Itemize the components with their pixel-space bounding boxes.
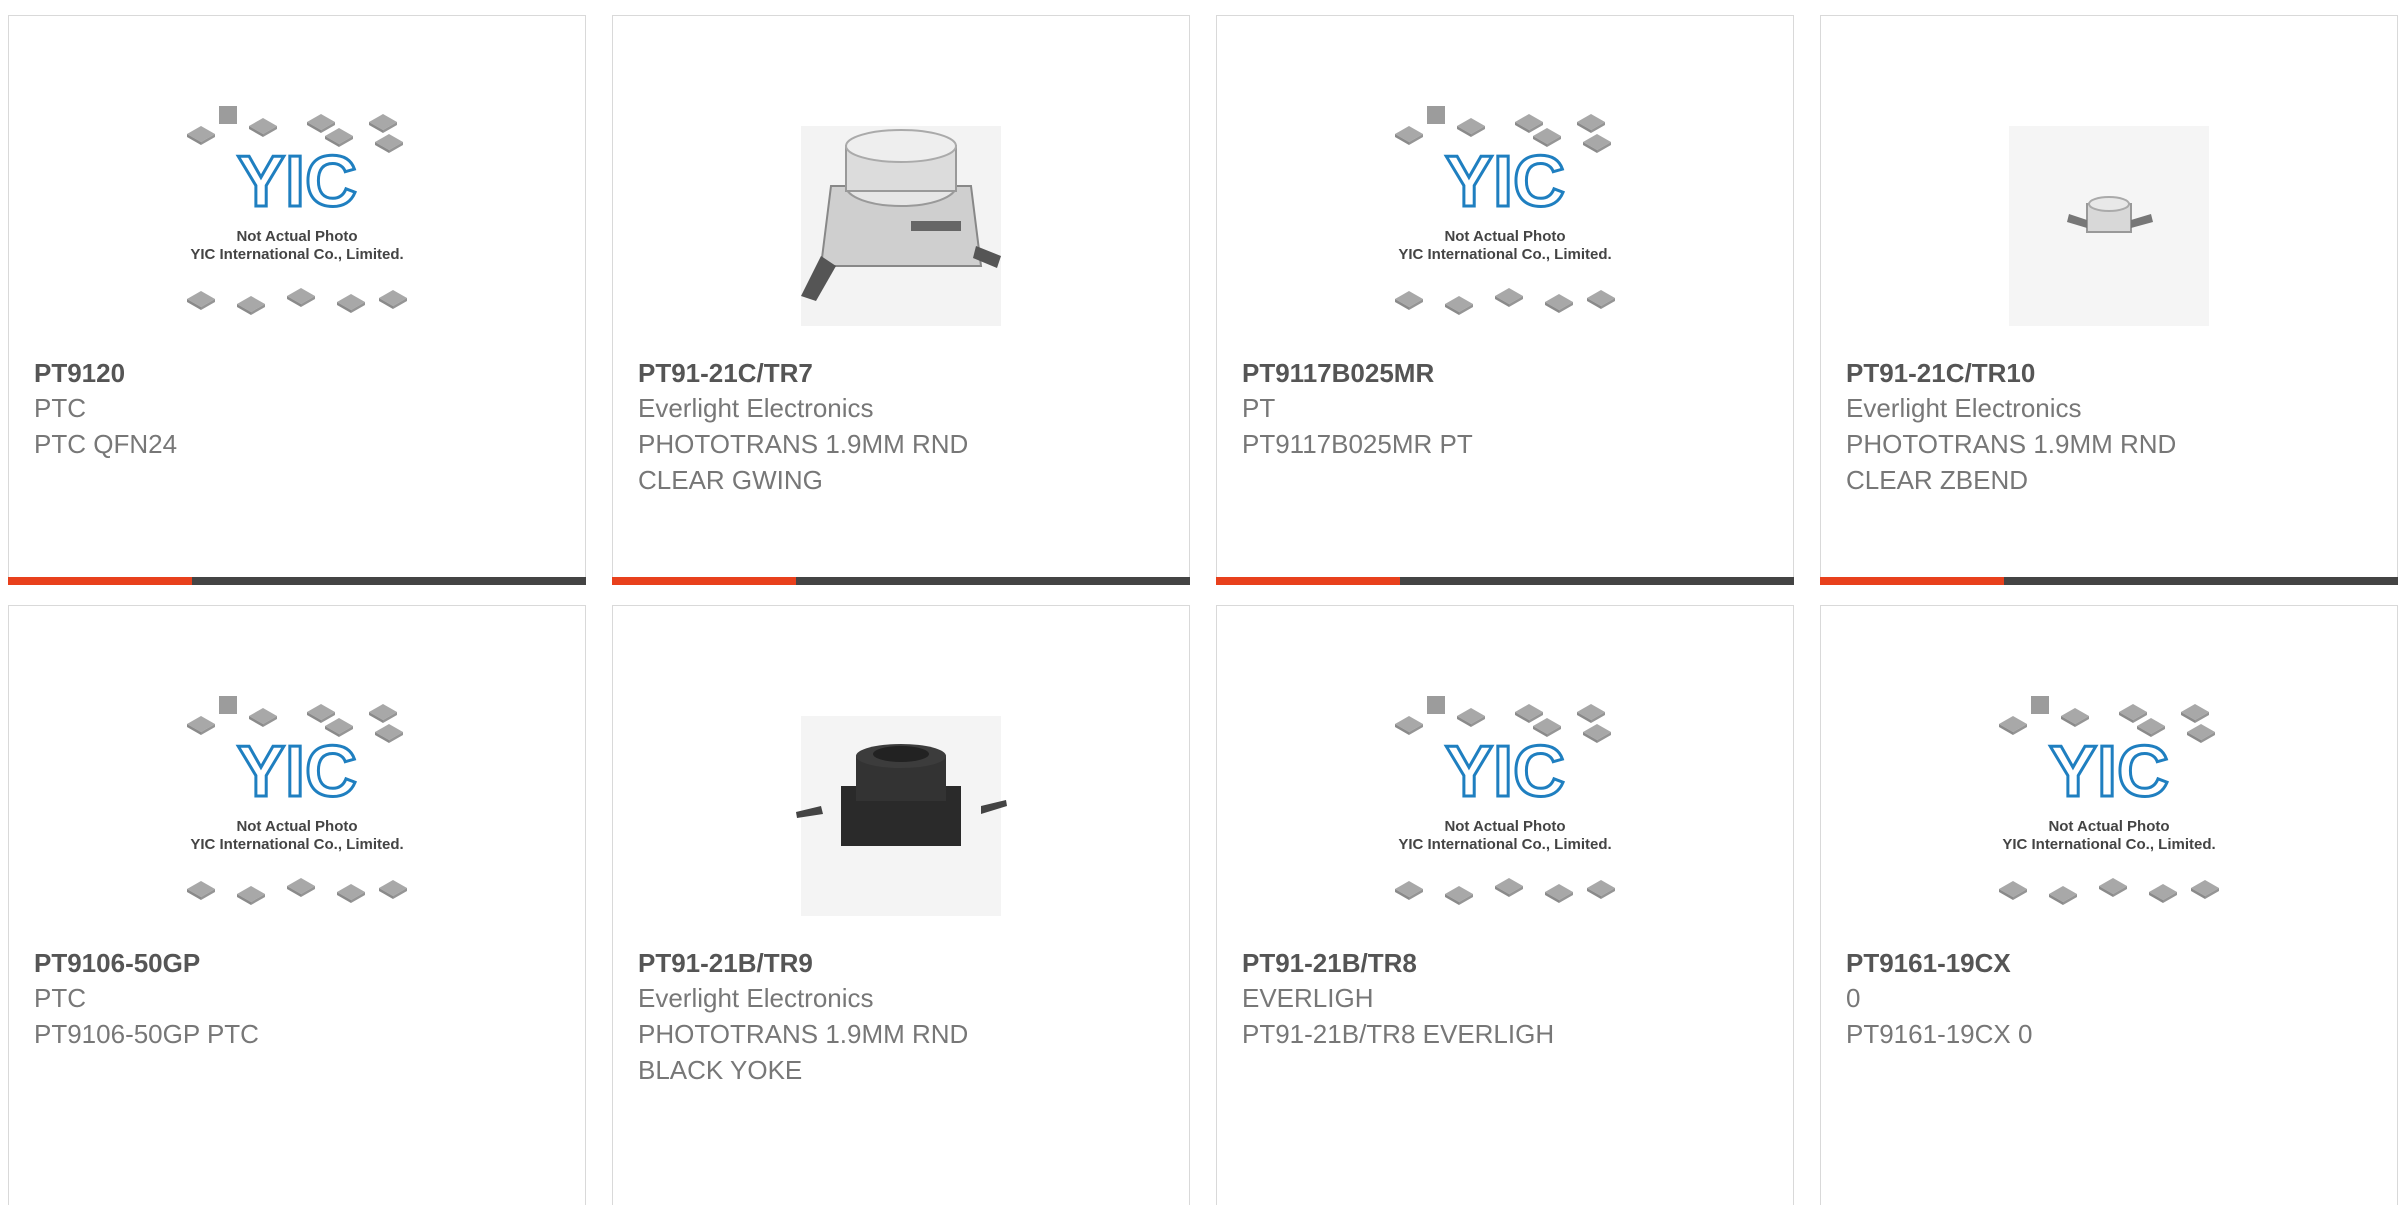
card-bottom-bar xyxy=(612,577,1190,585)
yic-placeholder-image: YIC Not Actual Photo YIC International C… xyxy=(1365,686,1645,926)
part-number[interactable]: PT9117B025MR xyxy=(1242,356,1773,390)
product-card[interactable]: PT91-21C/TR10 Everlight Electronics PHOT… xyxy=(1820,15,2398,585)
part-number[interactable]: PT91-21B/TR8 xyxy=(1242,946,1773,980)
yic-logo: YIC xyxy=(1445,732,1565,812)
product-description: PHOTOTRANS 1.9MM RND CLEAR GWING xyxy=(638,429,969,495)
product-card[interactable]: YIC Not Actual Photo YIC International C… xyxy=(8,605,586,1205)
product-card[interactable]: YIC Not Actual Photo YIC International C… xyxy=(1216,15,1794,585)
part-number[interactable]: PT91-21B/TR9 xyxy=(638,946,1169,980)
part-number[interactable]: PT91-21C/TR10 xyxy=(1846,356,2377,390)
product-description: PT91-21B/TR8 EVERLIGH xyxy=(1242,1019,1555,1049)
product-description: PT9161-19CX 0 xyxy=(1846,1019,2033,1049)
yic-placeholder-image: YIC Not Actual Photo YIC International C… xyxy=(1969,686,2249,926)
yic-logo: YIC xyxy=(1445,142,1565,222)
svg-text:YIC International Co., Limited: YIC International Co., Limited. xyxy=(190,836,403,853)
product-info: PT9117B025MR PT PT9117B025MR PT xyxy=(1242,356,1773,462)
manufacturer: Everlight Electronics xyxy=(638,393,874,423)
manufacturer: PTC xyxy=(34,983,86,1013)
svg-text:YIC International Co., Limited: YIC International Co., Limited. xyxy=(2002,836,2215,853)
card-bottom-bar xyxy=(1216,577,1794,585)
yic-logo: YIC xyxy=(2049,732,2169,812)
manufacturer: Everlight Electronics xyxy=(1846,393,2082,423)
product-info: PT91-21C/TR10 Everlight Electronics PHOT… xyxy=(1846,356,2377,498)
product-info: PT9161-19CX 0 PT9161-19CX 0 xyxy=(1846,946,2377,1052)
svg-text:Not Actual Photo: Not Actual Photo xyxy=(236,228,357,245)
manufacturer: PT xyxy=(1242,393,1276,423)
product-description: PHOTOTRANS 1.9MM RND BLACK YOKE xyxy=(638,1019,969,1085)
product-card[interactable]: YIC Not Actual Photo YIC International C… xyxy=(8,15,586,585)
product-info: PT9120 PTC PTC QFN24 xyxy=(34,356,565,462)
yic-placeholder-image: YIC Not Actual Photo YIC International C… xyxy=(157,686,437,926)
svg-text:YIC International Co., Limited: YIC International Co., Limited. xyxy=(1398,836,1611,853)
card-bottom-bar xyxy=(8,577,586,585)
yic-logo: YIC xyxy=(237,142,357,222)
yic-logo: YIC xyxy=(237,732,357,812)
manufacturer: EVERLIGH xyxy=(1242,983,1374,1013)
product-card[interactable]: PT91-21C/TR7 Everlight Electronics PHOTO… xyxy=(612,15,1190,585)
svg-text:YIC International Co., Limited: YIC International Co., Limited. xyxy=(190,246,403,263)
svg-text:YIC International Co., Limited: YIC International Co., Limited. xyxy=(1398,246,1611,263)
product-description: PTC QFN24 xyxy=(34,429,178,459)
yic-placeholder-image: YIC Not Actual Photo YIC International C… xyxy=(157,96,437,336)
product-description: PT9106-50GP PTC xyxy=(34,1019,259,1049)
product-info: PT91-21B/TR9 Everlight Electronics PHOTO… xyxy=(638,946,1169,1088)
product-info: PT91-21C/TR7 Everlight Electronics PHOTO… xyxy=(638,356,1169,498)
yic-placeholder-image: YIC Not Actual Photo YIC International C… xyxy=(1365,96,1645,336)
card-bottom-bar xyxy=(1820,577,2398,585)
product-photo xyxy=(761,686,1041,926)
product-card[interactable]: YIC Not Actual Photo YIC International C… xyxy=(1216,605,1794,1205)
product-description: PHOTOTRANS 1.9MM RND CLEAR ZBEND xyxy=(1846,429,2177,495)
manufacturer: Everlight Electronics xyxy=(638,983,874,1013)
svg-text:Not Actual Photo: Not Actual Photo xyxy=(1444,228,1565,245)
product-card[interactable]: PT91-21B/TR9 Everlight Electronics PHOTO… xyxy=(612,605,1190,1205)
product-card[interactable]: YIC Not Actual Photo YIC International C… xyxy=(1820,605,2398,1205)
product-info: PT91-21B/TR8 EVERLIGH PT91-21B/TR8 EVERL… xyxy=(1242,946,1773,1052)
part-number[interactable]: PT9120 xyxy=(34,356,565,390)
part-number[interactable]: PT9161-19CX xyxy=(1846,946,2377,980)
product-photo xyxy=(1969,96,2249,336)
manufacturer: PTC xyxy=(34,393,86,423)
part-number[interactable]: PT9106-50GP xyxy=(34,946,565,980)
svg-text:Not Actual Photo: Not Actual Photo xyxy=(1444,818,1565,835)
product-info: PT9106-50GP PTC PT9106-50GP PTC xyxy=(34,946,565,1052)
product-photo xyxy=(761,96,1041,336)
part-number[interactable]: PT91-21C/TR7 xyxy=(638,356,1169,390)
svg-text:Not Actual Photo: Not Actual Photo xyxy=(236,818,357,835)
product-grid: YIC Not Actual Photo YIC International C… xyxy=(0,0,2400,1205)
svg-text:Not Actual Photo: Not Actual Photo xyxy=(2048,818,2169,835)
manufacturer: 0 xyxy=(1846,983,1861,1013)
product-description: PT9117B025MR PT xyxy=(1242,429,1473,459)
